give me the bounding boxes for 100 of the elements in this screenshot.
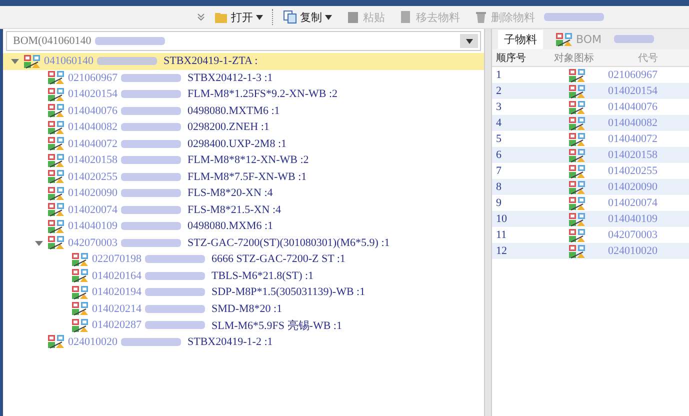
item-spec: 0298400.UXP-2M8 :1 (188, 138, 287, 150)
item-spec: FLS-M8*20-XN :4 (188, 187, 273, 200)
document-icon (399, 10, 413, 24)
table-cell: 014020074 (608, 197, 658, 209)
object-icon (71, 318, 89, 333)
object-icon (47, 152, 65, 168)
object-icon (47, 334, 65, 350)
item-spec: SLM-M6*5.9FS 亮锡-WB :1 (212, 318, 342, 333)
item-spec: STBX20412-1-3 :1 (188, 72, 273, 84)
blurred-text (120, 238, 180, 247)
table-cell: 024010020 (608, 245, 658, 257)
blurred-text (120, 74, 180, 82)
tree-node[interactable]: 014040076 0498080.MXTM6 :1 (3, 102, 484, 119)
object-icon (568, 244, 586, 258)
caret-icon[interactable] (466, 38, 472, 44)
tree-node[interactable]: 021060967 STBX20412-1-3 :1 (3, 70, 484, 86)
table-cell-text: 12 (495, 245, 508, 257)
tree-node[interactable]: 014020214 SMD-M8*20 :1 (3, 300, 484, 317)
blurred-text (144, 304, 204, 313)
table-cell-text: 4 (495, 117, 502, 129)
item-code: 014020255 (68, 170, 118, 183)
item-spec: SDP-M8P*1.5(305031139)-WB :1 (212, 286, 366, 298)
object-icon (568, 164, 586, 178)
item-spec: STZ-GAC-7200(ST)(301080301)(M6*5.9) :1 (188, 236, 390, 249)
item-code: 014020194 (92, 286, 142, 298)
tree-node[interactable]: 042070003 STZ-GAC-7200(ST)(301080301)(M6*5.9) :1 (3, 234, 484, 251)
table-cell: 042070003 (608, 229, 658, 241)
item-spec: SMD-M8*20 :1 (212, 302, 282, 315)
tab[interactable]: 子物料 (498, 30, 543, 49)
table-cell-text: 1 (495, 69, 502, 81)
object-icon (47, 218, 65, 234)
item-code: 014040072 (68, 138, 118, 150)
folder-icon (214, 10, 228, 24)
tree-node[interactable]: 014020255 FLM-M8*7.5F-XN-WB :1 (3, 168, 484, 185)
copy-icon (283, 10, 297, 24)
blurred-text (120, 140, 180, 148)
caret-icon[interactable] (256, 14, 263, 20)
table-cell: 014040076 (608, 101, 658, 113)
tree-node[interactable]: 014040109 0498080.MXM6 :1 (3, 218, 484, 234)
item-code: 014040076 (68, 104, 118, 117)
item-spec: 0498080.MXTM6 :1 (188, 104, 280, 117)
bom-dropdown[interactable]: BOM(041060140 (6, 31, 481, 51)
blurred-text (120, 90, 180, 98)
dropdown-button[interactable] (460, 34, 478, 48)
object-icon (568, 132, 586, 146)
object-icon (47, 202, 65, 218)
item-code: 041060140 (44, 55, 94, 68)
object-icon (71, 268, 89, 284)
tree-node[interactable]: 014020074 FLS-M8*21.5-XN :4 (3, 202, 484, 218)
table-cell: 014040082 (608, 117, 658, 129)
object-icon (71, 284, 89, 300)
object-icon (568, 100, 586, 114)
item-spec: STBX20419-1-ZTA : (164, 55, 258, 68)
tree-node[interactable]: 024010020 STBX20419-1-2 :1 (3, 334, 484, 350)
blurred-text (120, 222, 180, 230)
table-cell: 014040109 (608, 213, 658, 225)
item-spec: FLM-M8*8*12-XN-WB :2 (188, 154, 309, 166)
blurred-text (120, 123, 180, 132)
object-icon (568, 180, 586, 194)
tree-node[interactable]: 022070198 6666 STZ-GAC-7200-Z ST :1 (3, 251, 484, 268)
column-header[interactable]: 顺序号 (492, 50, 550, 64)
table-cell: 021060967 (608, 69, 658, 81)
tree-node[interactable]: 014020194 SDP-M8P*1.5(305031139)-WB :1 (3, 284, 484, 300)
toolbar-button[interactable]: 打开 (209, 7, 268, 27)
tree-node[interactable]: 014020090 FLS-M8*20-XN :4 (3, 185, 484, 202)
collapse-arrow-icon[interactable] (11, 57, 20, 66)
blurred-text (120, 338, 180, 346)
item-code: 014020164 (92, 270, 142, 282)
item-code: 042070003 (68, 236, 118, 249)
item-spec: STBX20419-1-2 :1 (188, 336, 273, 348)
blurred-text (120, 206, 180, 214)
object-icon (47, 186, 65, 201)
object-icon (568, 196, 586, 210)
blurred-text (120, 156, 180, 164)
caret-icon[interactable] (325, 14, 332, 20)
tree-node[interactable]: 014020164 TBLS-M6*21.8(ST) :1 (3, 268, 484, 284)
item-code: 014020154 (68, 88, 118, 100)
table-cell-text: 2 (495, 85, 502, 97)
blurred-text (144, 288, 204, 296)
tree-node[interactable]: 041060140 STBX20419-1-ZTA : (3, 53, 484, 70)
tree-node[interactable]: 014020158 FLM-M8*8*12-XN-WB :2 (3, 152, 484, 168)
blurred-text (144, 255, 204, 264)
object-icon (568, 212, 586, 226)
table-cell: 014020158 (608, 149, 658, 161)
tree-node[interactable]: 014020287 SLM-M6*5.9FS 亮锡-WB :1 (3, 317, 484, 334)
table-cell-text: 9 (495, 197, 502, 209)
blurred-text (144, 272, 204, 280)
object-icon (47, 169, 65, 184)
object-icon (568, 148, 586, 162)
tree-node[interactable]: 014040082 0298200.ZNEH :1 (3, 119, 484, 136)
double-chevron-icon[interactable] (197, 13, 205, 21)
collapse-arrow-icon[interactable] (35, 238, 44, 247)
item-spec: FLS-M8*21.5-XN :4 (188, 204, 282, 216)
tree-node[interactable]: 014040072 0298400.UXP-2M8 :1 (3, 136, 484, 152)
item-spec: TBLS-M6*21.8(ST) :1 (212, 270, 314, 282)
blurred-text (96, 57, 156, 66)
item-spec: 0298200.ZNEH :1 (188, 121, 270, 134)
object-icon (71, 252, 89, 267)
tree-node[interactable]: 014020154 FLM-M8*1.25FS*9.2-XN-WB :2 (3, 86, 484, 102)
toolbar-button[interactable]: 复制 (278, 7, 337, 27)
